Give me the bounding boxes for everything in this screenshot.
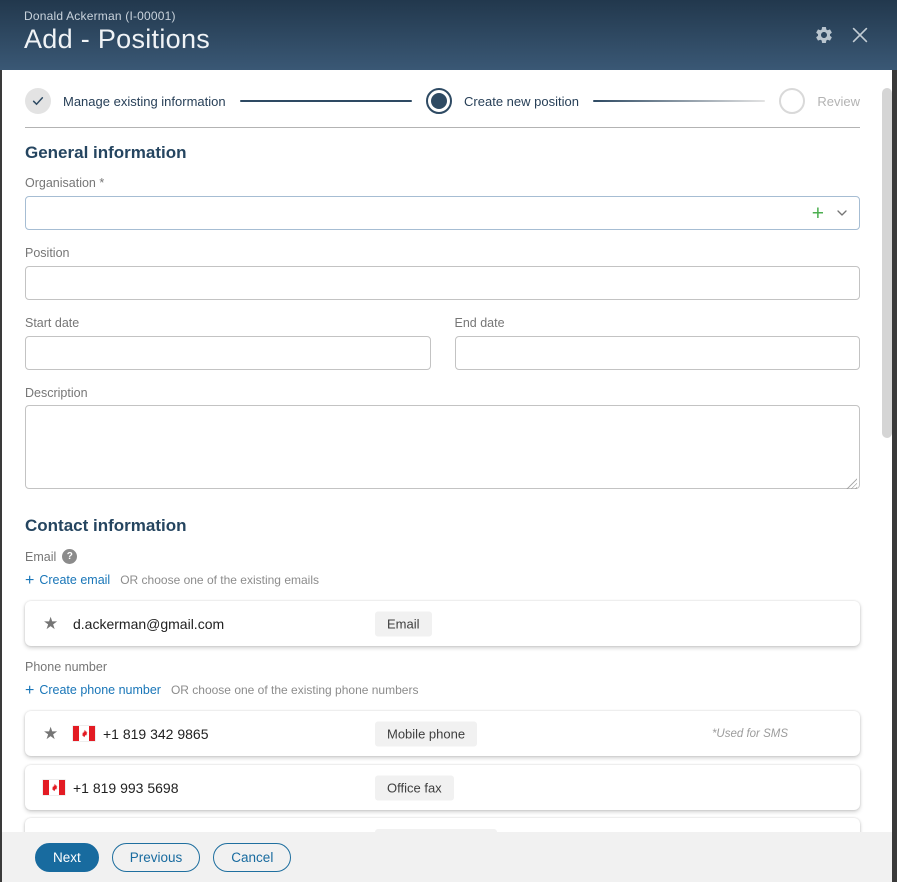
gear-icon <box>814 25 834 45</box>
organisation-input[interactable] <box>25 196 860 230</box>
settings-button[interactable] <box>813 24 835 46</box>
plus-icon: + <box>25 683 34 699</box>
email-label: Email <box>25 550 56 564</box>
step-label: Manage existing information <box>63 94 226 109</box>
maple-leaf-icon <box>80 729 89 738</box>
canada-flag-icon <box>43 780 65 795</box>
maple-leaf-icon <box>50 783 59 792</box>
add-organisation-icon[interactable]: + <box>812 203 824 224</box>
create-email-label: Create email <box>39 573 110 587</box>
dialog-footer: Next Previous Cancel <box>2 832 892 882</box>
phone-value: +1 819 993 5698 <box>73 780 179 796</box>
email-type-badge: Email <box>375 611 432 636</box>
end-date-input[interactable] <box>455 336 861 370</box>
phone-type-badge: Office fax <box>375 775 454 800</box>
phone-or-text: OR choose one of the existing phone numb… <box>171 683 419 697</box>
previous-button[interactable]: Previous <box>112 843 201 872</box>
help-icon[interactable]: ? <box>62 549 77 564</box>
step-active-circle <box>426 88 452 114</box>
step-connector <box>593 100 765 102</box>
next-button[interactable]: Next <box>35 843 99 872</box>
phone-number-label: Phone number <box>25 660 860 674</box>
start-date-input[interactable] <box>25 336 431 370</box>
create-phone-label: Create phone number <box>39 683 161 697</box>
close-icon <box>849 24 871 46</box>
star-icon[interactable]: ★ <box>43 725 60 742</box>
position-input[interactable] <box>25 266 860 300</box>
step-manage-existing[interactable]: Manage existing information <box>25 88 226 114</box>
dialog-body: Manage existing information Create new p… <box>2 70 892 832</box>
step-label: Review <box>817 94 860 109</box>
start-date-label: Start date <box>25 316 431 330</box>
dialog-header: Donald Ackerman (I-00001) Add - Position… <box>0 0 897 70</box>
step-upcoming-circle <box>779 88 805 114</box>
phone-list-item-partial[interactable] <box>25 818 860 832</box>
add-positions-dialog: Donald Ackerman (I-00001) Add - Position… <box>0 0 897 882</box>
email-label-row: Email ? <box>25 549 860 564</box>
step-active-dot <box>431 93 447 109</box>
step-completed-circle <box>25 88 51 114</box>
step-label: Create new position <box>464 94 579 109</box>
email-list-item[interactable]: ★ d.ackerman@gmail.com Email <box>25 601 860 646</box>
chevron-down-icon[interactable] <box>834 205 850 221</box>
check-icon <box>31 94 45 108</box>
phone-list-item[interactable]: ★ +1 819 342 9865 Mobile phone *Used for… <box>25 711 860 756</box>
description-label: Description <box>25 386 860 400</box>
sms-note: *Used for SMS <box>712 728 788 740</box>
position-label: Position <box>25 246 860 260</box>
star-icon[interactable]: ★ <box>43 615 60 632</box>
page-title: Add - Positions <box>24 24 873 55</box>
cancel-button[interactable]: Cancel <box>213 843 291 872</box>
phone-value: +1 819 342 9865 <box>103 726 209 742</box>
organisation-label: Organisation * <box>25 176 860 190</box>
step-connector <box>240 100 412 102</box>
email-value: d.ackerman@gmail.com <box>73 616 224 632</box>
create-email-link[interactable]: + Create email <box>25 572 110 588</box>
general-information-heading: General information <box>25 143 860 163</box>
scrollbar-thumb[interactable] <box>882 88 892 438</box>
phone-type-badge: Mobile phone <box>375 721 477 746</box>
step-review[interactable]: Review <box>779 88 860 114</box>
wizard-stepper: Manage existing information Create new p… <box>25 70 860 128</box>
close-button[interactable] <box>849 24 871 46</box>
canada-flag-icon <box>73 726 95 741</box>
contact-information-heading: Contact information <box>25 516 860 536</box>
step-create-position[interactable]: Create new position <box>426 88 579 114</box>
email-or-text: OR choose one of the existing emails <box>120 573 319 587</box>
plus-icon: + <box>25 573 34 589</box>
create-phone-link[interactable]: + Create phone number <box>25 682 161 698</box>
record-context: Donald Ackerman (I-00001) <box>24 9 873 23</box>
description-textarea[interactable] <box>25 405 860 489</box>
phone-list-item[interactable]: +1 819 993 5698 Office fax <box>25 765 860 810</box>
end-date-label: End date <box>455 316 861 330</box>
